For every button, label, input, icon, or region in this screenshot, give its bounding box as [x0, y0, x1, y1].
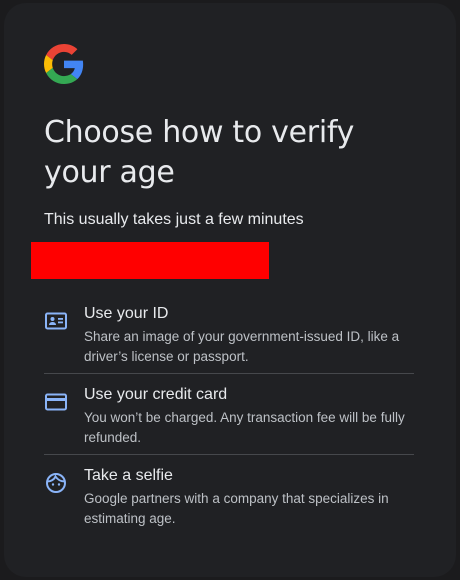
- face-icon: [46, 473, 66, 493]
- page-subtitle: This usually takes just a few minutes: [44, 211, 304, 228]
- verification-options-list: Use your ID Share an image of your gover…: [44, 293, 414, 536]
- option-title: Use your credit card: [84, 386, 228, 403]
- credit-card-icon: [45, 393, 67, 411]
- redaction-block: [31, 242, 269, 279]
- id-card-icon: [45, 312, 67, 330]
- option-use-credit-card[interactable]: Use your credit card You won’t be charge…: [44, 374, 414, 455]
- option-use-id[interactable]: Use your ID Share an image of your gover…: [44, 293, 414, 374]
- option-title: Take a selfie: [84, 467, 173, 484]
- option-description: Google partners with a company that spec…: [84, 491, 389, 526]
- option-take-selfie[interactable]: Take a selfie Google partners with a com…: [44, 455, 414, 536]
- verification-card: Choose how to verify your age This usual…: [4, 3, 456, 577]
- page-title: Choose how to verify your age: [44, 115, 355, 190]
- option-description: You won’t be charged. Any transaction fe…: [84, 410, 405, 445]
- option-title: Use your ID: [84, 305, 169, 322]
- option-description: Share an image of your government-issued…: [84, 329, 400, 364]
- google-logo-icon: [44, 44, 84, 84]
